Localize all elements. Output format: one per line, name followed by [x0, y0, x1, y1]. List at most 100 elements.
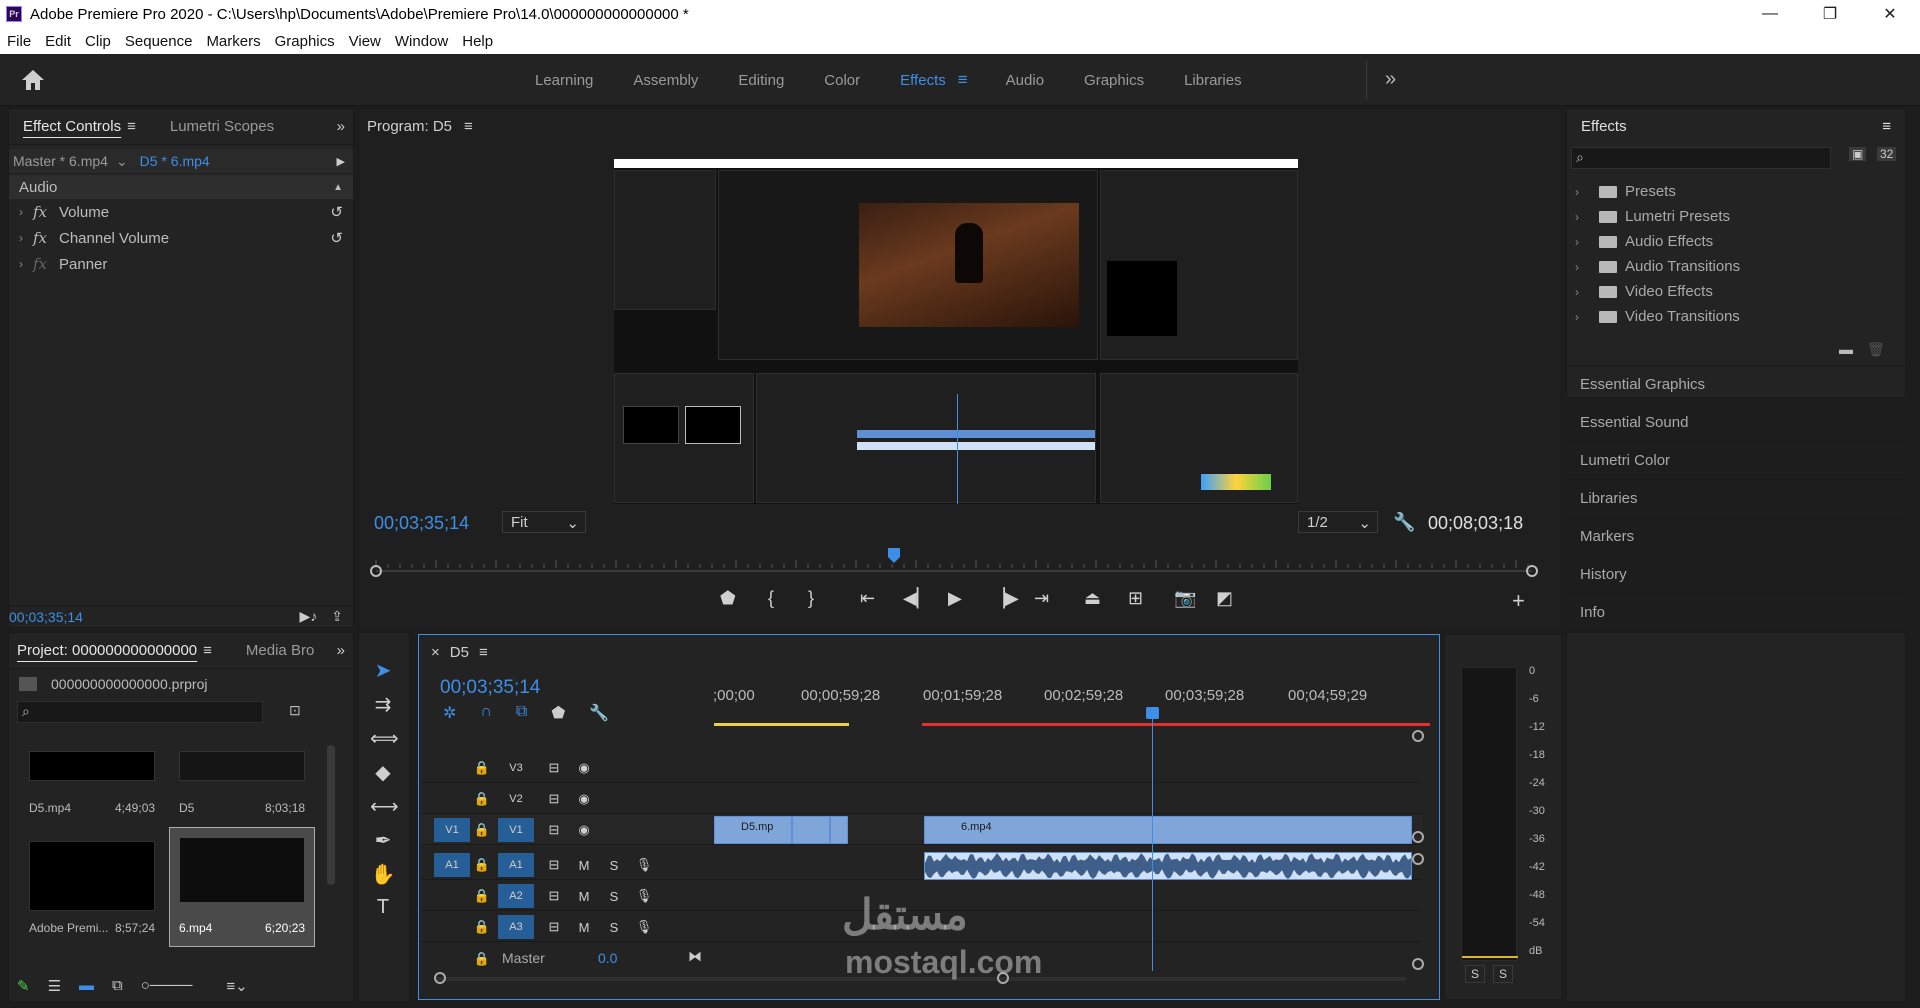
menu-sequence[interactable]: Sequence — [118, 33, 200, 50]
linked-selection-icon[interactable]: ⧉ — [516, 703, 527, 723]
menu-edit[interactable]: Edit — [38, 33, 78, 50]
menu-view[interactable]: View — [342, 33, 388, 50]
selection-tool-icon[interactable]: ➤ — [370, 658, 396, 684]
write-protect-icon[interactable]: ✎ — [17, 977, 30, 995]
step-back-icon[interactable]: ◀▏ — [903, 588, 931, 609]
step-forward-icon[interactable]: ▕▶ — [991, 588, 1019, 609]
track-select-tool-icon[interactable]: ⇉ — [370, 692, 396, 718]
new-bin-icon[interactable]: ▬ — [1839, 341, 1853, 357]
workspace-editing[interactable]: Editing — [738, 72, 784, 89]
program-menu-icon[interactable]: ≡ — [464, 118, 473, 135]
program-video-frame[interactable] — [614, 159, 1298, 504]
chevron-down-icon[interactable]: ⌄ — [116, 153, 128, 170]
solo-right-button[interactable]: S — [1493, 965, 1513, 983]
list-view-icon[interactable]: ☰ — [48, 977, 61, 995]
panel-expand-icon[interactable]: » — [337, 118, 345, 135]
program-playhead[interactable] — [888, 548, 900, 563]
lock-icon[interactable]: 🔒 — [464, 947, 500, 971]
scroll-left-handle[interactable] — [434, 972, 446, 984]
panel-info[interactable]: Info — [1566, 593, 1906, 631]
panel-essential-sound[interactable]: Essential Sound — [1566, 403, 1906, 441]
effects-folder-presets[interactable]: › Presets — [1567, 179, 1905, 204]
effect-row-volume[interactable]: › fx Volume ↺ — [9, 199, 353, 225]
reset-icon[interactable]: ↺ — [330, 229, 343, 247]
project-search-input[interactable]: ⌕ — [17, 701, 263, 723]
type-tool-icon[interactable]: T — [370, 896, 396, 922]
project-item-thumbnail-d5[interactable] — [179, 751, 305, 781]
pen-tool-icon[interactable]: ✒ — [370, 828, 396, 854]
eye-icon[interactable]: ◉ — [566, 818, 602, 842]
solo-left-button[interactable]: S — [1465, 965, 1485, 983]
more-workspaces-icon[interactable]: » — [1385, 68, 1396, 91]
effects-menu-icon[interactable]: ≡ — [1882, 118, 1891, 135]
master-clip-label[interactable]: Master * 6.mp4 — [9, 153, 108, 169]
lock-icon[interactable]: 🔒 — [464, 787, 500, 811]
reset-icon[interactable]: ↺ — [330, 203, 343, 221]
project-item-thumbnail-adobe[interactable] — [29, 841, 155, 911]
zoom-slider[interactable]: ○──── — [141, 977, 193, 995]
panel-history[interactable]: History — [1566, 555, 1906, 593]
close-button[interactable]: ✕ — [1860, 0, 1920, 28]
workspace-learning[interactable]: Learning — [535, 72, 593, 89]
fx-icon[interactable]: fx — [33, 229, 59, 247]
clip-d5-c[interactable] — [830, 816, 848, 844]
effect-controls-menu-icon[interactable]: ≡ — [127, 118, 136, 135]
effects-folder-video-effects[interactable]: › Video Effects — [1567, 279, 1905, 304]
home-icon[interactable] — [20, 68, 46, 92]
effect-row-panner[interactable]: › fx Panner — [9, 251, 353, 277]
close-sequence-icon[interactable]: × — [431, 644, 440, 661]
expand-chevron-icon[interactable]: › — [19, 205, 33, 219]
master-volume-value[interactable]: 0.0 — [598, 950, 617, 966]
project-scrollbar[interactable] — [327, 745, 335, 885]
mark-out-icon[interactable]: } — [808, 588, 814, 609]
microphone-icon[interactable]: 🎙 — [626, 884, 662, 908]
program-current-timecode[interactable]: 00;03;35;14 — [374, 513, 469, 534]
fx-icon[interactable]: fx — [33, 255, 59, 273]
tab-media-browser[interactable]: Media Bro — [232, 642, 328, 659]
slip-tool-icon[interactable]: ⟷ — [370, 794, 399, 820]
panel-essential-graphics[interactable]: Essential Graphics — [1566, 365, 1906, 403]
microphone-icon[interactable]: 🎙 — [626, 853, 662, 877]
menu-file[interactable]: File — [0, 33, 38, 50]
timeline-playhead-handle[interactable] — [1146, 707, 1159, 719]
track-height-handle[interactable] — [1412, 853, 1424, 865]
play-arrow-icon[interactable]: ▶ — [337, 155, 345, 168]
effects-folder-video-transitions[interactable]: › Video Transitions — [1567, 304, 1905, 329]
workspace-graphics[interactable]: Graphics — [1084, 72, 1144, 89]
effects-search-input[interactable]: ⌕ — [1571, 147, 1831, 169]
workspace-effects[interactable]: Effects — [900, 72, 946, 89]
sequence-clip-label[interactable]: D5 * 6.mp4 — [140, 153, 210, 169]
expand-chevron-icon[interactable]: › — [19, 257, 33, 271]
panel-markers[interactable]: Markers — [1566, 517, 1906, 555]
panel-lumetri-color[interactable]: Lumetri Color — [1566, 441, 1906, 479]
clip-d5-b[interactable] — [792, 816, 830, 844]
fx-icon[interactable]: fx — [33, 203, 59, 221]
new-search-bin-icon[interactable]: ⊡ — [289, 702, 301, 719]
add-marker-icon[interactable]: ⬟ — [720, 588, 736, 609]
track-height-handle[interactable] — [1412, 831, 1424, 843]
go-to-out-icon[interactable]: ⇥ — [1034, 588, 1049, 609]
restore-button[interactable]: ❐ — [1800, 0, 1860, 28]
lock-icon[interactable]: 🔒 — [464, 853, 500, 877]
lock-icon[interactable]: 🔒 — [464, 915, 500, 939]
lift-icon[interactable]: ⏏ — [1084, 588, 1101, 609]
export-clip-icon[interactable]: ⇪ — [331, 608, 343, 625]
effect-row-channel-volume[interactable]: › fx Channel Volume ↺ — [9, 225, 353, 251]
razor-tool-icon[interactable]: ◆ — [370, 760, 396, 786]
wrench-icon[interactable]: 🔧 — [1393, 512, 1415, 533]
track-label[interactable]: A1 — [498, 853, 534, 877]
workspace-menu-icon[interactable]: ≡ — [958, 70, 968, 90]
play-icon[interactable]: ▶ — [948, 588, 962, 609]
ripple-edit-tool-icon[interactable]: ⟺ — [370, 726, 399, 752]
export-frame-icon[interactable]: 📷 — [1174, 588, 1196, 609]
eye-icon[interactable]: ◉ — [566, 787, 602, 811]
eye-icon[interactable]: ◉ — [566, 756, 602, 780]
tab-lumetri-scopes[interactable]: Lumetri Scopes — [156, 118, 288, 135]
delete-icon[interactable]: 🗑 — [1867, 341, 1885, 358]
track-height-handle[interactable] — [1412, 730, 1424, 742]
effects-folder-lumetri-presets[interactable]: › Lumetri Presets — [1567, 204, 1905, 229]
effect-controls-timecode[interactable]: 00;03;35;14 — [9, 609, 83, 625]
timeline-current-timecode[interactable]: 00;03;35;14 — [440, 677, 540, 699]
timeline-ruler[interactable]: ;00;00 00;00;59;28 00;01;59;28 00;02;59;… — [713, 687, 1429, 707]
new-custom-bin-icon[interactable]: ▣ — [1849, 147, 1867, 161]
